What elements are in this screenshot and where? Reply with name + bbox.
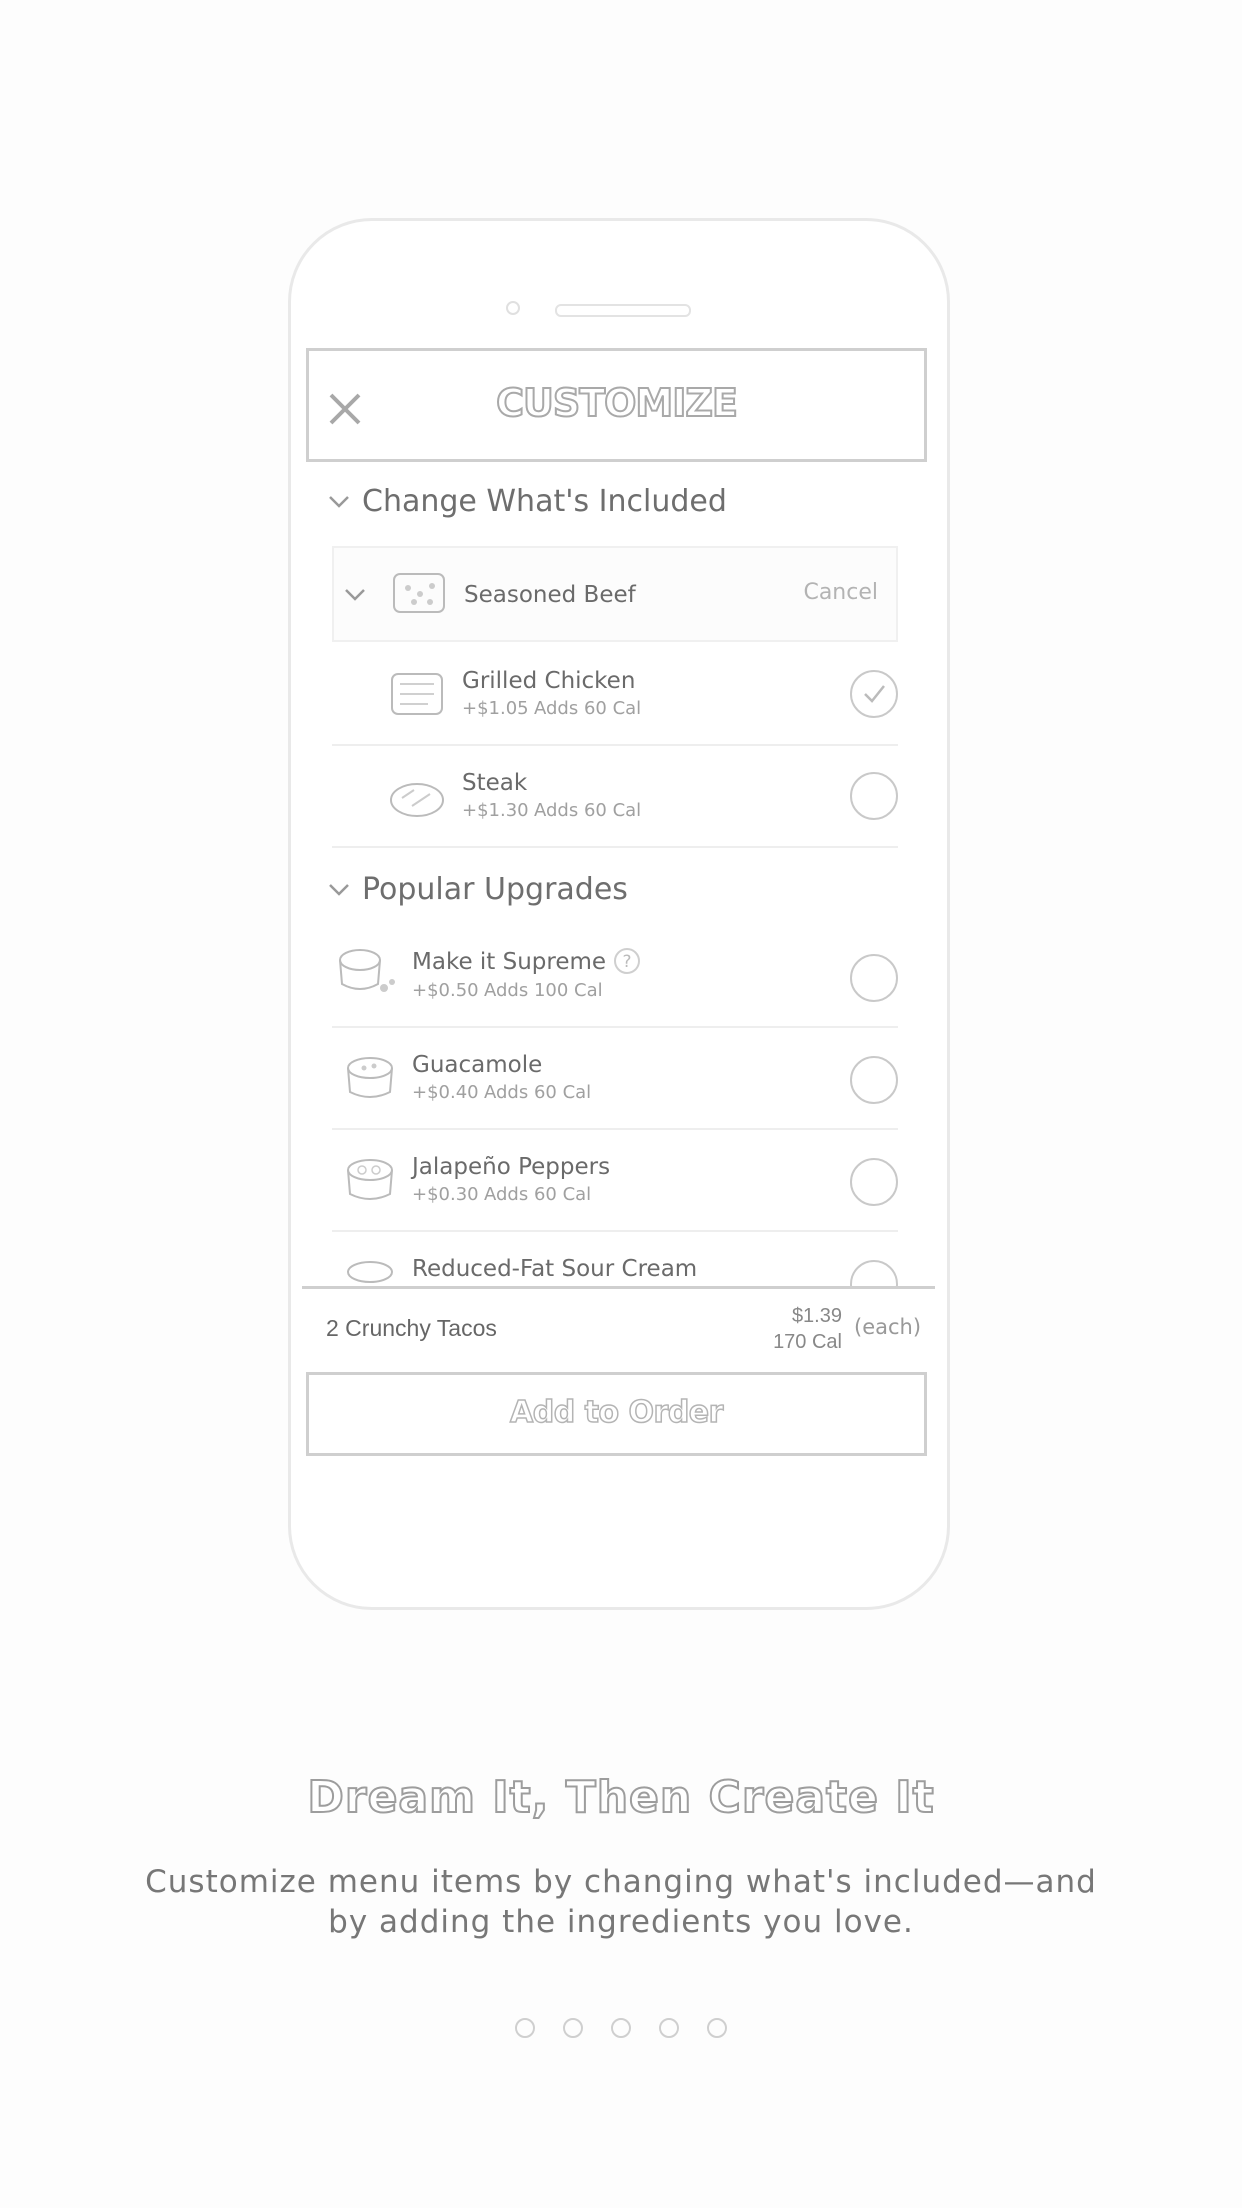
page-title: CUSTOMIZE — [495, 380, 739, 426]
option-checkbox[interactable] — [850, 670, 898, 718]
chevron-down-icon — [329, 495, 349, 508]
onboarding-headline: Dream It, Then Create It — [306, 1771, 935, 1824]
seasoned-beef-icon — [393, 573, 445, 613]
steak-icon — [390, 783, 444, 817]
order-summary-bar: 2 Crunchy Tacos $1.39 170 Cal (each) — [302, 1286, 935, 1370]
guacamole-icon — [347, 1057, 393, 1098]
item-calories: Adds 60 Cal — [534, 698, 642, 719]
item-price: +$0.50 — [412, 980, 479, 1001]
option-radio[interactable] — [850, 1158, 898, 1206]
checkmark-icon — [864, 685, 885, 703]
item-price: +$1.05 — [462, 698, 529, 719]
page-dot[interactable] — [563, 2018, 583, 2038]
item-price: $1.39 — [791, 1305, 842, 1327]
grilled-chicken-icon — [391, 673, 443, 715]
option-grilled-chicken[interactable]: Grilled Chicken +$1.05 Adds 60 Cal — [332, 646, 898, 746]
item-calories: Adds 60 Cal — [534, 800, 642, 821]
item-name: Make it Supreme — [412, 949, 607, 975]
item-name: Seasoned Beef — [464, 582, 636, 608]
onboarding-description: Customize menu items by changing what's … — [145, 1864, 1097, 1940]
chevron-down-icon — [345, 589, 365, 601]
each-label: (each) — [854, 1315, 922, 1339]
sour-cream-icon — [347, 1261, 393, 1283]
page-indicator — [0, 2018, 1242, 2038]
option-radio[interactable] — [850, 1260, 898, 1286]
camera-dot — [506, 301, 520, 315]
section-change-included[interactable]: Change What's Included — [328, 484, 727, 519]
item-price: +$1.30 — [462, 800, 529, 821]
page-dot[interactable] — [515, 2018, 535, 2038]
chevron-down-icon — [329, 883, 349, 896]
option-steak[interactable]: Steak +$1.30 Adds 60 Cal — [332, 748, 898, 848]
section-title: Popular Upgrades — [362, 872, 628, 907]
item-name: Steak — [462, 770, 528, 796]
item-calories: 170 Cal — [773, 1331, 842, 1353]
customize-header: CUSTOMIZE — [306, 348, 927, 462]
item-quantity-name: 2 Crunchy Tacos — [326, 1315, 497, 1341]
upgrade-jalapeno-peppers[interactable]: Jalapeño Peppers +$0.30 Adds 60 Cal — [332, 1132, 898, 1232]
upgrade-reduced-fat-sour-cream[interactable]: Reduced-Fat Sour Cream — [332, 1234, 898, 1286]
page-dot[interactable] — [659, 2018, 679, 2038]
section-title: Change What's Included — [362, 484, 727, 519]
item-calories: Adds 60 Cal — [484, 1184, 592, 1205]
item-name: Grilled Chicken — [462, 668, 636, 694]
customize-list[interactable]: Change What's Included Seasoned Beef Can… — [302, 462, 935, 1286]
price-block: $1.39 170 Cal — [742, 1303, 842, 1355]
item-calories: Adds 100 Cal — [484, 980, 603, 1001]
item-name: Reduced-Fat Sour Cream — [412, 1256, 698, 1282]
section-popular-upgrades[interactable]: Popular Upgrades — [328, 872, 628, 907]
item-name: Jalapeño Peppers — [412, 1154, 611, 1180]
item-name: Guacamole — [412, 1052, 543, 1078]
item-calories: Adds 60 Cal — [484, 1082, 592, 1103]
page-dot[interactable] — [707, 2018, 727, 2038]
phone-screen: CUSTOMIZE Change What's Included Seasone… — [302, 344, 935, 1466]
option-radio[interactable] — [850, 1056, 898, 1104]
item-price: +$0.30 — [412, 1184, 479, 1205]
jalapeno-icon — [347, 1159, 393, 1200]
cancel-link[interactable]: Cancel — [803, 580, 878, 605]
option-radio[interactable] — [850, 772, 898, 820]
add-to-order-button[interactable]: Add to Order — [306, 1372, 927, 1456]
option-radio[interactable] — [850, 954, 898, 1002]
item-name-wrap: Make it Supreme? — [412, 948, 641, 975]
help-icon[interactable]: ? — [614, 948, 641, 974]
supreme-icon — [339, 949, 395, 992]
selected-protein-row[interactable]: Seasoned Beef Cancel — [332, 546, 898, 642]
speaker-slot — [555, 304, 691, 317]
item-price: +$0.40 — [412, 1082, 479, 1103]
page-dot[interactable] — [611, 2018, 631, 2038]
upgrade-guacamole[interactable]: Guacamole +$0.40 Adds 60 Cal — [332, 1030, 898, 1130]
upgrade-make-it-supreme[interactable]: Make it Supreme? +$0.50 Adds 100 Cal — [332, 928, 898, 1028]
